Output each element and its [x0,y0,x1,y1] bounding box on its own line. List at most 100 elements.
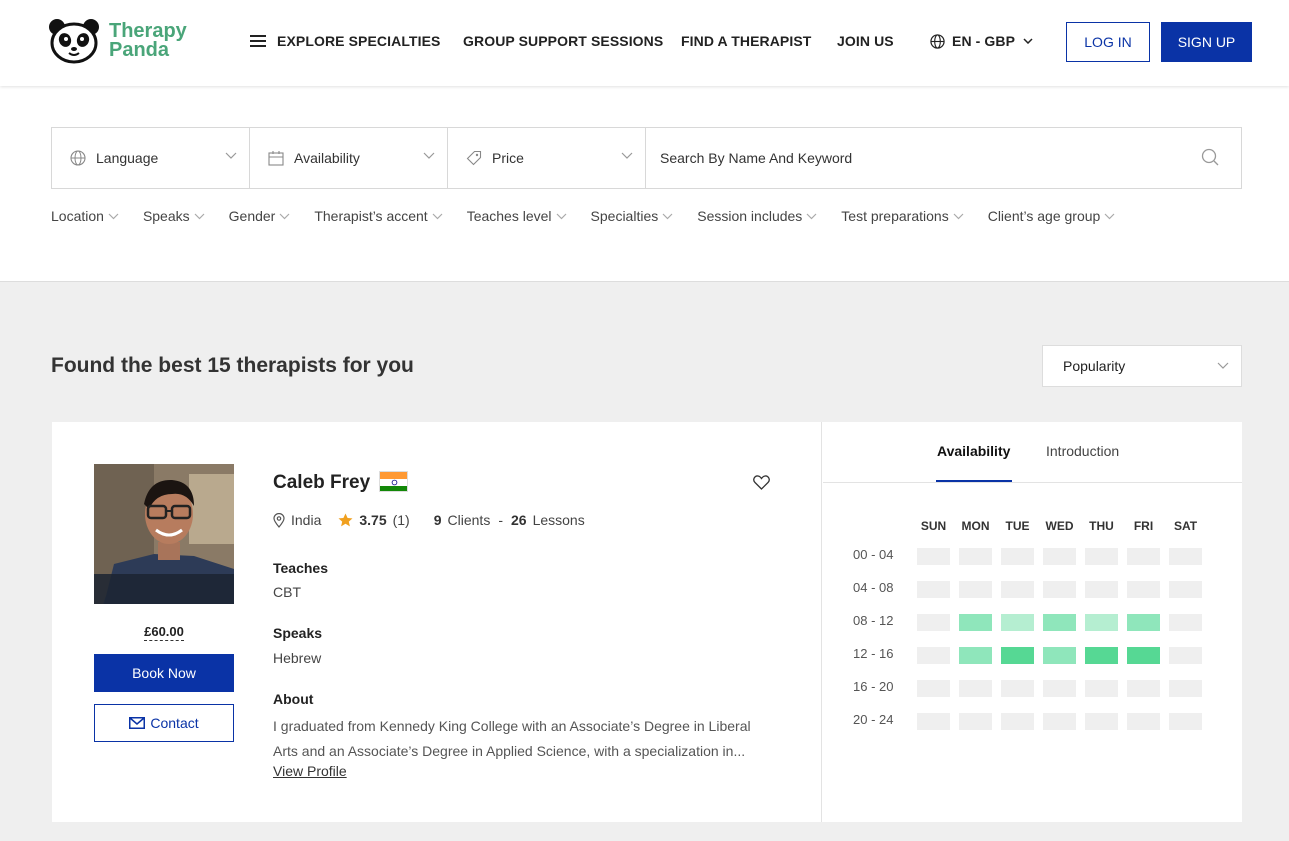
availability-panel: Availability Introduction SUN MON TUE WED TH… [823,422,1242,822]
nav-find-a-therapist[interactable]: FIND A THERAPIST [681,33,811,49]
availability-cell[interactable] [959,647,992,664]
speaks-heading: Speaks [273,625,323,641]
signup-button[interactable]: SIGN UP [1161,22,1252,62]
day-header: WED [1045,519,1074,533]
availability-cell[interactable] [1001,647,1034,664]
time-slot-label: 04 - 08 [853,580,894,595]
availability-cell[interactable] [1169,548,1202,565]
star-icon [338,513,353,527]
logo[interactable]: Therapy Panda [47,18,187,64]
day-header: MON [961,519,990,533]
availability-tabs: Availability Introduction [823,422,1242,483]
filter-chip[interactable]: Session includes [697,208,817,224]
time-slot-label: 00 - 04 [853,547,894,562]
availability-cell[interactable] [1127,581,1160,598]
logo-line-2: Panda [109,39,170,61]
language-filter[interactable]: Language [52,128,250,188]
availability-cell[interactable] [1085,713,1118,730]
filter-chip-label: Session includes [697,208,803,224]
search-icon[interactable] [1201,148,1219,166]
availability-cell[interactable] [1001,581,1034,598]
chevron-down-icon [432,213,443,219]
login-button[interactable]: LOG IN [1066,22,1150,62]
hamburger-menu-icon [250,35,266,47]
therapist-card: £60.00 Book Now Contact Caleb Frey India… [52,422,1242,822]
book-now-button[interactable]: Book Now [94,654,234,692]
nav-group-support-sessions[interactable]: GROUP SUPPORT SESSIONS [463,33,663,49]
availability-cell[interactable] [917,713,950,730]
availability-cell[interactable] [1127,548,1160,565]
globe-icon [930,33,945,49]
view-profile-link[interactable]: View Profile [273,763,347,779]
availability-cell[interactable] [959,680,992,697]
filter-chip-label: Test preparations [841,208,949,224]
availability-cell[interactable] [1169,680,1202,697]
availability-cell[interactable] [1085,680,1118,697]
filter-chip[interactable]: Gender [229,208,291,224]
india-flag-icon [379,471,408,492]
availability-cell[interactable] [1001,614,1034,631]
favorite-heart-icon[interactable] [753,475,770,490]
price-filter-label: Price [492,150,524,166]
availability-cell[interactable] [1043,614,1076,631]
tab-availability[interactable]: Availability [937,443,1010,459]
filter-chip[interactable]: Speaks [143,208,205,224]
filter-chip[interactable]: Test preparations [841,208,964,224]
availability-cell[interactable] [1001,548,1034,565]
availability-cell[interactable] [1127,647,1160,664]
filter-chip-label: Client’s age group [987,208,1101,224]
availability-filter[interactable]: Availability [250,128,448,188]
day-header: SUN [920,519,947,533]
panda-logo-icon [49,19,99,64]
availability-cell[interactable] [1169,614,1202,631]
availability-cell[interactable] [1043,647,1076,664]
nav-join-us[interactable]: JOIN US [837,33,894,49]
availability-cell[interactable] [1043,713,1076,730]
availability-cell[interactable] [959,614,992,631]
chevron-down-icon [1217,362,1229,369]
availability-cell[interactable] [1169,581,1202,598]
sort-select[interactable]: Popularity [1042,345,1242,387]
search-input[interactable]: Search By Name And Keyword [646,128,1241,188]
availability-cell[interactable] [917,614,950,631]
day-header: TUE [1005,519,1030,533]
availability-cell[interactable] [1043,581,1076,598]
availability-cell[interactable] [1127,614,1160,631]
filter-chip[interactable]: Therapist’s accent [314,208,443,224]
availability-cell[interactable] [917,680,950,697]
filter-chip[interactable]: Client’s age group [988,208,1116,224]
availability-cell[interactable] [1001,680,1034,697]
availability-cell[interactable] [1043,680,1076,697]
tab-introduction[interactable]: Introduction [1046,443,1119,459]
availability-cell[interactable] [1127,680,1160,697]
teaches-value: CBT [273,584,301,600]
availability-cell[interactable] [1043,548,1076,565]
availability-cell[interactable] [1169,647,1202,664]
availability-cell[interactable] [1085,614,1118,631]
time-slot-label: 20 - 24 [853,712,894,727]
nav-explore-specialties[interactable]: EXPLORE SPECIALTIES [250,33,440,49]
therapist-name[interactable]: Caleb Frey [273,472,370,494]
results-heading: Found the best 15 therapists for you [51,354,414,377]
availability-cell[interactable] [1085,548,1118,565]
price-filter[interactable]: Price [448,128,646,188]
availability-cell[interactable] [1001,713,1034,730]
filter-chip[interactable]: Location [51,208,119,224]
speaks-value: Hebrew [273,650,322,666]
availability-cell[interactable] [917,548,950,565]
therapist-photo[interactable] [94,464,234,604]
availability-cell[interactable] [959,548,992,565]
locale-selector[interactable]: EN - GBP [930,33,1033,49]
availability-cell[interactable] [1169,713,1202,730]
language-filter-label: Language [96,150,159,166]
availability-cell[interactable] [917,647,950,664]
availability-cell[interactable] [959,713,992,730]
filter-chip[interactable]: Teaches level [467,208,567,224]
availability-cell[interactable] [1127,713,1160,730]
availability-cell[interactable] [917,581,950,598]
filter-chip[interactable]: Specialties [591,208,674,224]
availability-cell[interactable] [1085,647,1118,664]
availability-cell[interactable] [1085,581,1118,598]
contact-button[interactable]: Contact [94,704,234,742]
availability-cell[interactable] [959,581,992,598]
